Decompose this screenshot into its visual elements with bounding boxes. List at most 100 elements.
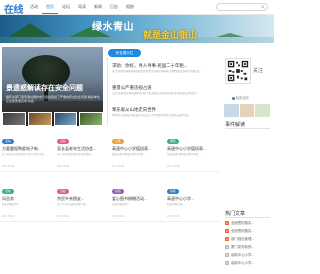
nav-item-events[interactable]: 活动 <box>26 0 42 14</box>
card-title[interactable]: 哀长县老年生活协会... <box>57 146 111 152</box>
card-tag[interactable]: 活动 <box>57 139 69 144</box>
featured-description: 据有关部门调查遗址保护中已经暴露出了严重的安全隐患问题,相关单位正在整改落实中,… <box>6 95 100 104</box>
card-title[interactable]: 余民乡亲朋友... <box>57 196 111 202</box>
sidebar-image[interactable] <box>224 104 239 117</box>
article-card[interactable]: 新闻 爱心图书捐赠活动... 活动详情说明... 2017-05-28 <box>112 188 166 218</box>
rank-badge: 2 <box>225 229 229 233</box>
card-tag[interactable]: 公告 <box>112 139 124 144</box>
card-date: 2017-05-28 <box>112 165 125 168</box>
nav-item-home[interactable]: 首页 <box>42 0 58 14</box>
promo-banner[interactable]: 绿水青山 就是金山银山 <box>0 15 274 43</box>
featured-thumbnails <box>2 112 103 126</box>
thumbnail[interactable] <box>53 112 78 126</box>
rank-badge: 5 <box>225 253 229 257</box>
sidebar-hint-text: 精品活动 <box>236 96 249 100</box>
card-desc: 关于相关活动的说明与参与方式介绍... <box>2 153 46 156</box>
nav-item-blog[interactable]: 日志 <box>106 0 122 14</box>
nav-item-forum[interactable]: 论坛 <box>58 0 74 14</box>
card-title[interactable]: 方要重振陶瓷电子新... <box>2 146 56 152</box>
card-tag[interactable]: 活动 <box>2 139 14 144</box>
card-desc: 值班安排详情请见附件内容... <box>167 153 201 156</box>
thumbnail[interactable] <box>27 112 52 126</box>
sidebar-hint: 精品活动 <box>232 95 249 100</box>
article-card[interactable]: 活动 哀长县老年生活协会... 关于老年协会举办活动的通知... 2017-05… <box>57 138 111 168</box>
hot-article[interactable]: 4 厦门发布新规... <box>225 244 274 250</box>
list-item-desc: 近日有网友反映某路段存在严重违规占道经营现象,影响居民正常出行... <box>112 92 200 95</box>
card-desc: 值班安排详情请见附件内容... <box>112 153 146 156</box>
card-date: 2017-05-28 <box>57 165 70 168</box>
logo-text: 在线 <box>4 5 24 14</box>
list-item-title[interactable]: 重景公严重违规占道 <box>112 85 216 91</box>
card-date: 2017-05-28 <box>57 215 70 218</box>
list-item[interactable]: 重景公严重违规占道 近日有网友反映某路段存在严重违规占道经营现象,影响居民正常出… <box>112 85 216 99</box>
nav-item-news[interactable]: 新闻 <box>90 0 106 14</box>
sidebar-image-strip <box>224 104 271 117</box>
hot-article-title[interactable]: 厦门发布新规... <box>231 245 254 249</box>
events-divider <box>225 128 270 129</box>
hot-article-title[interactable]: 高新中心小学... <box>231 253 254 257</box>
rank-badge: 1 <box>225 221 229 225</box>
middle-divider <box>107 58 108 126</box>
hot-article-title[interactable]: 高新中心小学... <box>231 261 254 265</box>
hot-article[interactable]: 6 高新中心小学... <box>225 260 274 266</box>
card-tag[interactable]: 新闻 <box>167 189 179 194</box>
grid-divider <box>0 171 220 172</box>
thumbnail[interactable] <box>2 112 26 126</box>
thumbnail[interactable] <box>79 112 103 126</box>
nav-item-guide[interactable]: 导读 <box>74 0 90 14</box>
list-item-desc: 本地企业发展历程回顾,从山区小作坊逐步成长为知名品牌企业... <box>112 114 191 117</box>
hot-article-title[interactable]: 全面贯彻落实... <box>231 229 254 233</box>
site-logo[interactable]: 在线 <box>2 1 24 14</box>
card-tag[interactable]: 活动 <box>2 189 14 194</box>
sidebar-image[interactable] <box>239 104 255 117</box>
list-item-title[interactable]: 求助：你好，寻人寻事-民国二十年税... <box>112 63 216 69</box>
search-box <box>216 3 268 11</box>
card-desc: 相关内容说明... <box>2 203 20 206</box>
sidebar-image[interactable] <box>255 104 271 117</box>
article-card[interactable]: 公告 高速中心小学值班表... 值班安排详情请见附件内容... 2017-05-… <box>112 138 166 168</box>
card-title[interactable]: 风总务 <box>2 196 56 202</box>
card-title[interactable]: 高速中心小学... <box>167 196 221 202</box>
grid-divider <box>0 221 220 222</box>
hot-article[interactable]: 1 全面贯彻落实... <box>225 220 274 226</box>
rank-badge: 6 <box>225 261 229 265</box>
hot-article[interactable]: 5 高新中心小学... <box>225 252 274 258</box>
article-card[interactable]: 通知 高速中心小学值班表... 值班安排详情请见附件内容... 2017-05-… <box>167 138 221 168</box>
follow-label[interactable]: 关注 <box>253 67 263 74</box>
nav-item-album[interactable]: 相册 <box>122 0 138 14</box>
card-tag[interactable]: 通知 <box>167 139 179 144</box>
main-nav: 活动 首页 论坛 导读 新闻 日志 相册 <box>26 0 138 14</box>
card-title[interactable]: 高速中心小学值班表... <box>112 146 166 152</box>
card-title[interactable]: 爱心图书捐赠活动... <box>112 196 166 202</box>
article-card[interactable]: 新闻 高速中心小学... 相关内容说明... 2017-05-28 <box>167 188 221 218</box>
card-tag[interactable]: 活动 <box>57 189 69 194</box>
list-item[interactable]: 求助：你好，寻人寻事-民国二十年税... 关于民国时期相关档案的查询方式说明,请… <box>112 63 216 77</box>
hot-article-title[interactable]: 全面贯彻落实... <box>231 221 254 225</box>
card-desc: 关于乡亲活动的详细介绍... <box>57 203 88 206</box>
hot-article-title[interactable]: 部门强化管理... <box>231 237 254 241</box>
banner-title: 绿水青山 <box>92 22 134 33</box>
card-desc: 关于老年协会举办活动的通知... <box>57 153 93 156</box>
hot-article[interactable]: 3 部门强化管理... <box>225 236 274 242</box>
rank-badge: 3 <box>225 237 229 241</box>
card-tag[interactable]: 新闻 <box>112 189 124 194</box>
card-date: 2017-05-28 <box>167 165 180 168</box>
section-tag[interactable]: 安全提示栏 <box>108 49 141 57</box>
card-date: 2017-05-28 <box>2 165 15 168</box>
article-card[interactable]: 活动 余民乡亲朋友... 关于乡亲活动的详细介绍... 2017-05-28 <box>57 188 111 218</box>
search-input[interactable] <box>217 4 262 10</box>
hot-article[interactable]: 2 全面贯彻落实... <box>225 228 274 234</box>
card-title[interactable]: 高速中心小学值班表... <box>167 146 221 152</box>
search-icon[interactable] <box>261 5 265 9</box>
card-date: 2017-05-28 <box>112 215 125 218</box>
card-desc: 相关内容说明... <box>167 203 185 206</box>
card-date: 2017-05-28 <box>167 215 180 218</box>
banner-subtitle: 就是金山银山 <box>143 31 198 41</box>
list-item[interactable]: 寒乐家从山地走向世界 本地企业发展历程回顾,从山区小作坊逐步成长为知名品牌企业.… <box>112 107 216 121</box>
list-item-title[interactable]: 寒乐家从山地走向世界 <box>112 107 216 113</box>
bullet-icon <box>232 96 235 100</box>
hot-divider <box>225 217 270 218</box>
article-card[interactable]: 活动 风总务 相关内容说明... 2017-05-28 <box>2 188 56 218</box>
article-card[interactable]: 活动 方要重振陶瓷电子新... 关于相关活动的说明与参与方式介绍... 2017… <box>2 138 56 168</box>
banner-water <box>0 37 274 43</box>
